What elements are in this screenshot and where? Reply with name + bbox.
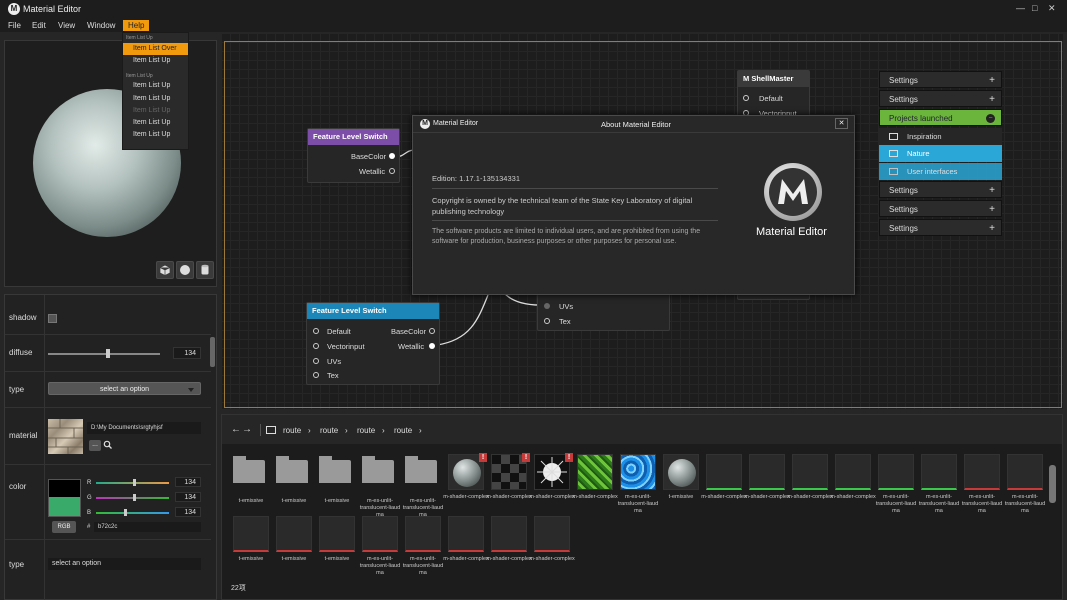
settings-row-label: Settings xyxy=(889,224,918,233)
dropdown-item[interactable]: Item List Up xyxy=(123,117,188,129)
node-title: ShellMaster xyxy=(751,74,794,83)
input-port[interactable] xyxy=(743,95,749,101)
settings-row[interactable]: Settings + xyxy=(879,200,1002,217)
output-port[interactable] xyxy=(389,153,395,159)
dropdown-item[interactable]: Item List Up xyxy=(123,55,188,67)
license-text: The software products are limited to ind… xyxy=(432,228,701,245)
dropdown-item[interactable]: Item List Up xyxy=(123,129,188,141)
dropdown-item[interactable]: Item List Up xyxy=(123,93,188,105)
dropdown-header: Item List Up xyxy=(126,73,153,79)
plus-icon[interactable]: + xyxy=(989,182,995,199)
dropdown-item[interactable]: Item List Up xyxy=(123,80,188,92)
folder-icon xyxy=(889,168,898,175)
port-label: Vectorinput xyxy=(327,342,365,351)
dialog-close-button[interactable]: ✕ xyxy=(835,118,848,129)
port-label: Wetallic xyxy=(398,342,425,351)
brand-logo-icon xyxy=(763,162,823,222)
port-label: UVs xyxy=(327,357,342,366)
about-dialog: M Material Editor About Material Editor … xyxy=(412,115,855,295)
input-port[interactable] xyxy=(313,343,319,349)
node-header[interactable]: M ShellMaster xyxy=(738,71,809,87)
node-logo-icon: M xyxy=(743,74,750,83)
settings-row-expanded[interactable]: Projects launched − xyxy=(879,109,1002,126)
output-port[interactable] xyxy=(389,168,395,174)
sub-item-nature[interactable]: Nature xyxy=(879,145,1002,162)
settings-row[interactable]: Settings + xyxy=(879,181,1002,198)
plus-icon[interactable]: + xyxy=(989,72,995,89)
minus-icon[interactable]: − xyxy=(986,114,995,123)
settings-row-label: Settings xyxy=(889,205,918,214)
copyright-text: Copyright is owned by the technical team… xyxy=(432,196,693,216)
plus-icon[interactable]: + xyxy=(989,201,995,218)
connection-wire xyxy=(436,294,489,346)
port-label: Default xyxy=(327,327,351,336)
feature-level-switch-node-2[interactable]: Feature Level Switch Default Vectorinput… xyxy=(306,302,440,385)
folder-icon xyxy=(889,133,898,140)
app-window: M Material Editor — □ ✕ File Edit View W… xyxy=(0,0,1067,600)
settings-row-label: Settings xyxy=(889,76,918,85)
help-dropdown: Item List Up Item List Over Item List Up… xyxy=(122,32,189,150)
folder-icon xyxy=(889,150,898,157)
plus-icon[interactable]: + xyxy=(989,91,995,108)
sub-item-label: Nature xyxy=(907,149,930,158)
sub-item-user-interfaces[interactable]: User interfaces xyxy=(879,163,1002,180)
dialog-logo-icon: M xyxy=(420,119,430,129)
sub-item-inspiration[interactable]: Inspiration xyxy=(879,128,1002,145)
node-header[interactable]: Feature Level Switch xyxy=(308,129,399,145)
input-port[interactable] xyxy=(544,318,550,324)
uvs-node[interactable]: UVs Tex xyxy=(537,290,670,331)
port-label: BaseColor xyxy=(391,327,427,336)
dialog-title: About Material Editor xyxy=(601,120,672,129)
brand-name: Material Editor xyxy=(756,226,827,238)
dropdown-item-over[interactable]: Item List Over xyxy=(123,43,188,55)
input-port[interactable] xyxy=(544,303,550,309)
dropdown-header: Item List Up xyxy=(126,35,153,41)
output-port[interactable] xyxy=(429,328,435,334)
input-port[interactable] xyxy=(313,328,319,334)
settings-row[interactable]: Settings + xyxy=(879,71,1002,88)
output-port[interactable] xyxy=(429,343,435,349)
dropdown-item-disabled: Item List Up xyxy=(133,107,171,114)
port-label: BaseColor xyxy=(351,152,387,161)
input-port[interactable] xyxy=(313,358,319,364)
sub-item-label: Inspiration xyxy=(907,132,942,141)
divider xyxy=(432,220,718,221)
settings-row-label: Projects launched xyxy=(889,114,953,123)
port-label: UVs xyxy=(559,302,574,311)
node-header[interactable]: Feature Level Switch xyxy=(307,303,439,319)
plus-icon[interactable]: + xyxy=(989,220,995,237)
settings-row-label: Settings xyxy=(889,186,918,195)
port-label: Tex xyxy=(327,371,339,380)
dialog-title-bar[interactable]: M Material Editor About Material Editor … xyxy=(413,116,854,133)
port-label: Default xyxy=(759,94,783,103)
settings-row-label: Settings xyxy=(889,95,918,104)
divider xyxy=(432,188,718,189)
port-label: Wetallic xyxy=(359,167,386,176)
settings-row[interactable]: Settings + xyxy=(879,219,1002,236)
port-label: Tex xyxy=(559,317,571,326)
input-port[interactable] xyxy=(313,372,319,378)
settings-row[interactable]: Settings + xyxy=(879,90,1002,107)
sub-item-label: User interfaces xyxy=(907,167,958,176)
dialog-header-app: Material Editor xyxy=(433,120,479,127)
feature-level-switch-node-1[interactable]: Feature Level Switch BaseColor Wetallic xyxy=(307,128,400,183)
settings-panel: Settings + Settings + Projects launched − I… xyxy=(879,71,1002,238)
edition-text: Edition: 1.17.1-135134331 xyxy=(432,174,520,183)
